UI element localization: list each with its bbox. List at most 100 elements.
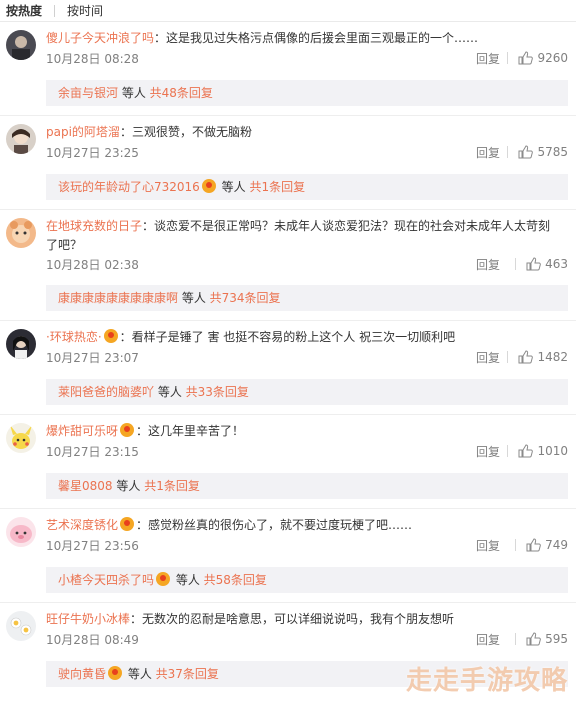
subreply-mid: 等人 [217,180,250,194]
tab-sort-hot[interactable]: 按热度 [6,2,42,19]
vip-badge-icon [120,423,135,437]
subreply-count[interactable]: 共37条回复 [156,667,219,681]
subreply-bar[interactable]: 该玩的年龄动了心732016 等人 共1条回复 [46,174,568,200]
comment-username[interactable]: 在地球充数的日子 [46,219,142,233]
comment-meta: 10月27日 23:56 回复 749 [46,537,568,553]
like-count: 1482 [537,350,568,364]
comment-text: ·环球热恋· ：看样子是锤了 害 也挺不容易的粉上这个人 祝三次一切顺利吧 [46,328,558,347]
like-divider [507,445,509,457]
comment-meta: 10月27日 23:25 回复 5785 [46,144,568,160]
subreply-count[interactable]: 共58条回复 [204,573,267,587]
comment-text: papi的阿塔溜：三观很赞，不做无脑粉 [46,123,558,142]
comment-time: 10月27日 23:15 [46,445,139,459]
avatar[interactable] [6,218,36,248]
subreply-bar[interactable]: 馨星0808 等人 共1条回复 [46,473,568,499]
comment-meta: 10月28日 02:38 回复 463 [46,256,568,272]
comment-meta: 10月28日 08:28 回复 9260 [46,50,568,66]
comment-list: 傻儿子今天冲浪了吗：这是我见过失格污点偶像的后援会里面三观最正的一个…… 10月… [0,22,576,697]
reply-button[interactable]: 回复 [476,631,500,648]
comment-body: ：这是我见过失格污点偶像的后援会里面三观最正的一个…… [154,31,479,45]
subreply-username[interactable]: 余亩与银河 [58,86,118,100]
subreply-username[interactable]: 馨星0808 [58,479,113,493]
comment-meta: 10月28日 08:49 回复 595 [46,631,568,647]
avatar[interactable] [6,611,36,641]
reply-button[interactable]: 回复 [476,144,500,161]
subreply-count[interactable]: 共48条回复 [150,86,213,100]
avatar[interactable] [6,423,36,453]
thumbs-up-icon [526,257,541,271]
subreply-bar[interactable]: 康康康康康康康康康啊 等人 共734条回复 [46,285,568,311]
comment-time: 10月28日 08:49 [46,633,139,647]
subreply-bar[interactable]: 莱阳爸爸的脑婆吖 等人 共33条回复 [46,379,568,405]
avatar[interactable] [6,124,36,154]
reply-button[interactable]: 回复 [476,537,500,554]
comment-username[interactable]: 傻儿子今天冲浪了吗 [46,31,154,45]
subreply-count[interactable]: 共1条回复 [249,180,305,194]
comment-username[interactable]: 旺仔牛奶小冰棒 [46,612,130,626]
subreply-count[interactable]: 共1条回复 [144,479,200,493]
like-count: 595 [545,632,568,646]
comment-body: ：这几年里辛苦了！ [136,424,245,438]
thumbs-up-icon [526,538,541,552]
comment-time: 10月28日 08:28 [46,52,139,66]
comment-username[interactable]: 爆炸甜可乐呀 [46,424,118,438]
sort-bar: 按热度 按时间 [0,0,576,22]
subreply-count[interactable]: 共33条回复 [186,385,249,399]
comment-item: 傻儿子今天冲浪了吗：这是我见过失格污点偶像的后援会里面三观最正的一个…… 10月… [0,22,576,116]
like-button[interactable]: 595 [515,631,568,647]
reply-button[interactable]: 回复 [476,443,500,460]
thumbs-up-icon [518,444,534,458]
comment-body: ：感觉粉丝真的很伤心了，就不要过度玩梗了吧…… [136,518,413,532]
comment-username[interactable]: papi的阿塔溜 [46,125,120,139]
comment-item: papi的阿塔溜：三观很赞，不做无脑粉 10月27日 23:25 回复 5785… [0,116,576,210]
subreply-mid: 等人 [124,667,156,681]
subreply-bar[interactable]: 小楂今天四杀了吗 等人 共58条回复 [46,567,568,593]
like-divider [507,351,509,363]
comment-item: 爆炸甜可乐呀 ：这几年里辛苦了！ 10月27日 23:15 回复 1010 馨星0… [0,415,576,509]
subreply-username[interactable]: 该玩的年龄动了心732016 [58,180,200,194]
like-divider [515,539,517,551]
site-watermark: 走走手游攻略 [405,666,568,696]
like-count: 9260 [537,51,568,65]
reply-button[interactable]: 回复 [476,50,500,67]
subreply-username[interactable]: 康康康康康康康康康啊 [58,291,178,305]
like-button[interactable]: 5785 [507,144,568,160]
like-count: 749 [545,538,568,552]
comment-username[interactable]: 艺术深度锈化 [46,518,118,532]
avatar[interactable] [6,517,36,547]
comment-item: 在地球充数的日子：谈恋爱不是很正常吗？未成年人谈恋爱犯法？现在的社会对未成年人太… [0,210,576,321]
subreply-mid: 等人 [118,86,150,100]
vip-badge-icon [108,666,123,680]
comment-time: 10月28日 02:38 [46,258,139,272]
like-button[interactable]: 1010 [507,443,568,459]
comment-meta: 10月27日 23:07 回复 1482 [46,349,568,365]
subreply-mid: 等人 [178,291,210,305]
avatar[interactable] [6,329,36,359]
comment-meta: 10月27日 23:15 回复 1010 [46,443,568,459]
comment-username[interactable]: ·环球热恋· [46,330,102,344]
subreply-bar[interactable]: 余亩与银河 等人 共48条回复 [46,80,568,106]
subreply-username[interactable]: 莱阳爸爸的脑婆吖 [58,385,154,399]
thumbs-up-icon [518,51,534,65]
subreply-mid: 等人 [154,385,186,399]
like-divider [515,258,517,270]
tab-sort-time[interactable]: 按时间 [67,2,103,19]
subreply-count[interactable]: 共734条回复 [210,291,281,305]
like-count: 5785 [537,145,568,159]
reply-button[interactable]: 回复 [476,256,500,273]
comment-time: 10月27日 23:25 [46,146,139,160]
like-button[interactable]: 463 [515,256,568,272]
reply-button[interactable]: 回复 [476,349,500,366]
comment-body: ：三观很赞，不做无脑粉 [119,125,252,139]
like-button[interactable]: 1482 [507,349,568,365]
like-button[interactable]: 9260 [507,50,568,66]
thumbs-up-icon [518,350,534,364]
vip-badge-icon [201,179,216,193]
subreply-username[interactable]: 小楂今天四杀了吗 [58,573,154,587]
like-button[interactable]: 749 [515,537,568,553]
avatar[interactable] [6,30,36,60]
thumbs-up-icon [518,145,534,159]
comment-text: 傻儿子今天冲浪了吗：这是我见过失格污点偶像的后援会里面三观最正的一个…… [46,29,558,48]
subreply-username[interactable]: 驶向黄昏 [58,667,106,681]
subreply-mid: 等人 [112,479,145,493]
